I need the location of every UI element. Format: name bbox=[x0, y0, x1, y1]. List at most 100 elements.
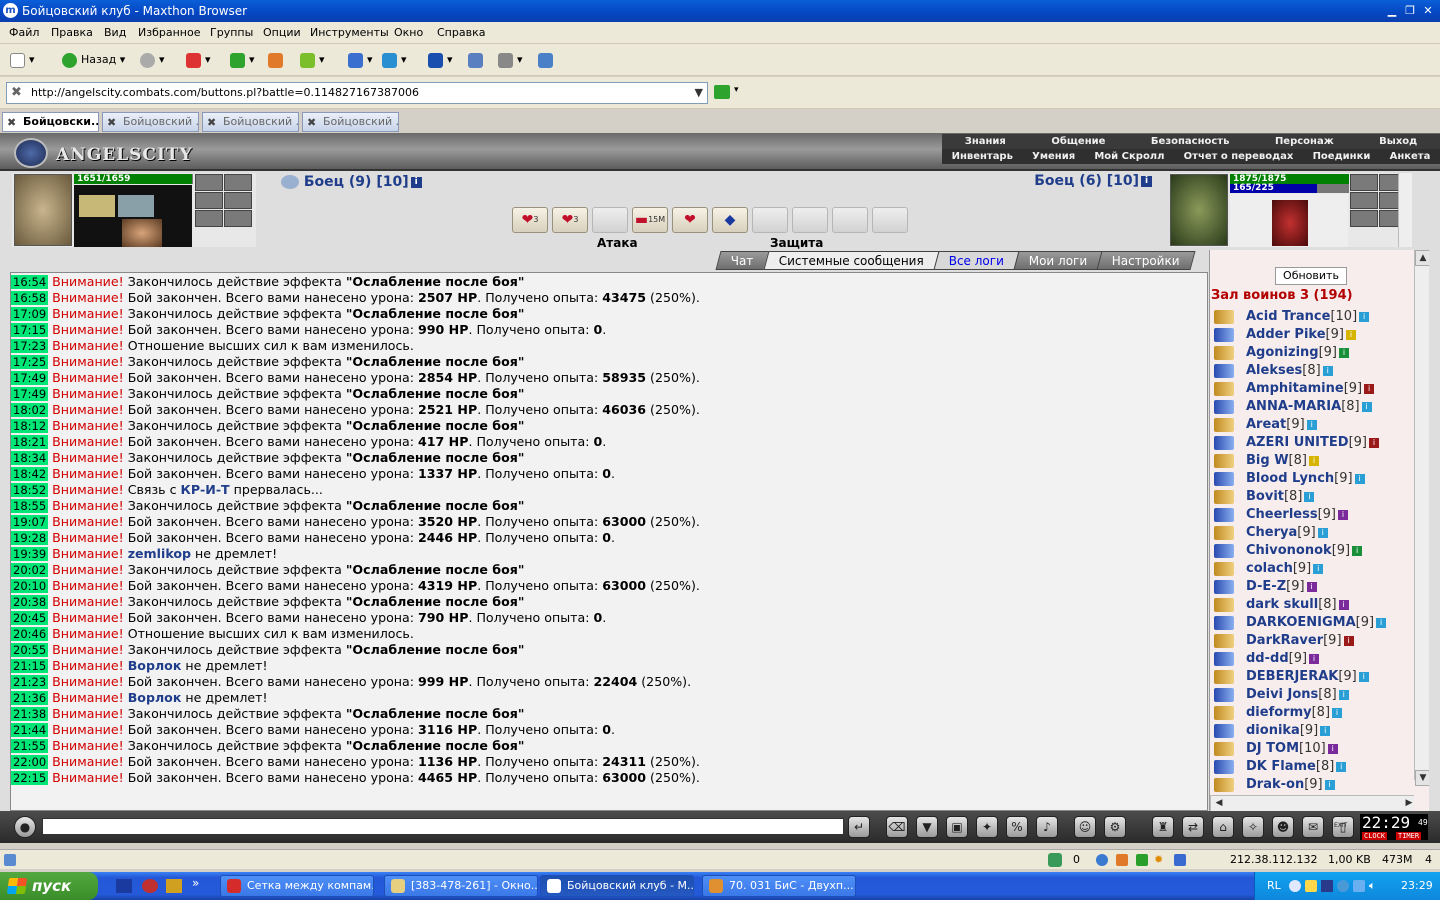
left-fighter-name[interactable]: Боец (9) [10] i bbox=[281, 174, 422, 190]
info-icon[interactable]: i bbox=[1343, 635, 1354, 646]
player-name[interactable]: DARKOENIGMA bbox=[1246, 615, 1356, 630]
info-icon[interactable]: i bbox=[1368, 437, 1379, 448]
taskbar-button[interactable]: Сетка между компам... bbox=[220, 875, 374, 897]
info-icon[interactable]: i bbox=[1332, 707, 1343, 718]
go-dropdown-icon[interactable]: ▾ bbox=[734, 85, 739, 95]
player-name[interactable]: Deivi Jons bbox=[1246, 687, 1318, 702]
gold-arrow-icon[interactable] bbox=[1214, 418, 1234, 432]
info-icon[interactable]: i bbox=[1306, 419, 1317, 430]
menu-character[interactable]: Персонаж bbox=[1275, 134, 1334, 149]
info-icon[interactable]: i bbox=[1364, 383, 1375, 394]
blue-arrow-icon[interactable] bbox=[1214, 580, 1234, 594]
info-icon[interactable]: i bbox=[1141, 175, 1152, 187]
save-icon[interactable]: ▣ bbox=[946, 816, 968, 838]
scroll-slot[interactable] bbox=[792, 207, 828, 233]
equip-slot[interactable] bbox=[1350, 174, 1378, 191]
menu-groups[interactable]: Группы bbox=[210, 26, 253, 39]
menu-exit[interactable]: Выход bbox=[1379, 134, 1417, 149]
gold-arrow-icon[interactable] bbox=[1214, 490, 1234, 504]
info-icon[interactable]: i bbox=[1338, 599, 1349, 610]
browser-tab[interactable]: ✖ Бойцовский ... bbox=[202, 112, 299, 132]
menu-window[interactable]: Окно bbox=[394, 26, 423, 39]
bag-icon[interactable]: ♜ bbox=[1152, 816, 1174, 838]
player-name[interactable]: Amphitamine bbox=[1246, 381, 1344, 396]
tools-button[interactable]: ▾ bbox=[382, 50, 407, 70]
menu-skills[interactable]: Умения bbox=[1032, 149, 1075, 164]
fighter-icon[interactable]: ✦ bbox=[976, 816, 998, 838]
tray-icon[interactable] bbox=[1353, 880, 1365, 892]
scroll-right-icon[interactable]: ▶ bbox=[1401, 796, 1417, 812]
menu-inventory[interactable]: Инвентарь bbox=[952, 149, 1013, 164]
player-name[interactable]: DJ TOM bbox=[1246, 741, 1299, 756]
player-name[interactable]: Agonizing bbox=[1246, 345, 1319, 360]
quicklaunch-icon[interactable] bbox=[142, 879, 158, 893]
undo-button[interactable]: ▾ bbox=[428, 50, 453, 70]
sidebar-hscrollbar[interactable]: ◀ ▶ bbox=[1210, 795, 1414, 811]
menu-fights[interactable]: Поединки bbox=[1313, 149, 1371, 164]
taskbar-button[interactable]: [383-478-261] - Окно... bbox=[384, 875, 538, 897]
scroll-slot[interactable]: ◆ bbox=[712, 207, 748, 233]
tray-clock[interactable]: 23:29 bbox=[1401, 872, 1433, 900]
player-name[interactable]: Alekses bbox=[1246, 363, 1302, 378]
volume-icon[interactable]: 🔈︎ bbox=[1369, 872, 1376, 900]
gold-arrow-icon[interactable] bbox=[1214, 526, 1234, 540]
player-name[interactable]: Blood Lynch bbox=[1246, 471, 1334, 486]
blue-arrow-icon[interactable] bbox=[1214, 724, 1234, 738]
gold-arrow-icon[interactable] bbox=[1214, 634, 1234, 648]
blue-arrow-icon[interactable] bbox=[1214, 760, 1234, 774]
right-fighter-name[interactable]: Боец (6) [10] i bbox=[1034, 173, 1152, 189]
browser-tab[interactable]: ✖ Бойцовский ... bbox=[102, 112, 199, 132]
info-icon[interactable]: i bbox=[1306, 581, 1317, 592]
scroll-slot[interactable]: ❤3 bbox=[512, 207, 548, 233]
mail-icon[interactable]: ✉ bbox=[1302, 816, 1324, 838]
equip-slot[interactable] bbox=[1350, 192, 1378, 209]
player-name[interactable]: ANNA-MARIA bbox=[1246, 399, 1341, 414]
url-input[interactable]: ✖ http://angelscity.combats.com/buttons.… bbox=[6, 82, 708, 104]
info-icon[interactable]: i bbox=[1352, 545, 1363, 556]
gold-arrow-icon[interactable] bbox=[1214, 598, 1234, 612]
chat-tab[interactable]: Настройки bbox=[1096, 251, 1196, 270]
refresh-button[interactable]: ▾ bbox=[230, 50, 255, 70]
info-icon[interactable]: i bbox=[1320, 725, 1331, 736]
chat-tab[interactable]: Системные сообщения bbox=[763, 251, 940, 270]
blue-arrow-icon[interactable] bbox=[1214, 508, 1234, 522]
smiley-icon[interactable]: ☺ bbox=[1074, 816, 1096, 838]
go-icon[interactable] bbox=[714, 85, 730, 99]
gold-arrow-icon[interactable] bbox=[1214, 562, 1234, 576]
info-icon[interactable]: i bbox=[1308, 455, 1319, 466]
chat-tab[interactable]: Все логи bbox=[932, 251, 1020, 270]
player-name[interactable]: dark skull bbox=[1246, 597, 1318, 612]
equip-slot[interactable] bbox=[224, 174, 252, 191]
exit-icon[interactable]: EXIT ▯ bbox=[1332, 816, 1354, 838]
gold-arrow-icon[interactable] bbox=[1214, 346, 1234, 360]
menu-edit[interactable]: Правка bbox=[51, 26, 93, 39]
url-dropdown-icon[interactable]: ▼ bbox=[695, 83, 703, 103]
home-icon[interactable] bbox=[268, 50, 287, 70]
popup-blocker-icon[interactable] bbox=[1048, 853, 1062, 867]
info-icon[interactable]: i bbox=[1317, 527, 1328, 538]
chat-tab[interactable]: Мои логи bbox=[1013, 251, 1103, 270]
menu-communication[interactable]: Общение bbox=[1051, 134, 1105, 149]
blue-arrow-icon[interactable] bbox=[1214, 652, 1234, 666]
menu-file[interactable]: Файл bbox=[9, 26, 39, 39]
player-name[interactable]: Adder Pike bbox=[1246, 327, 1326, 342]
menu-help[interactable]: Справка bbox=[437, 26, 485, 39]
tray-icon[interactable] bbox=[1321, 880, 1333, 892]
sidebar-toggle-icon[interactable] bbox=[468, 50, 487, 70]
player-name[interactable]: dionika bbox=[1246, 723, 1300, 738]
equip-slot[interactable] bbox=[195, 210, 223, 227]
chat-input[interactable] bbox=[42, 818, 844, 835]
info-icon[interactable]: i bbox=[410, 176, 422, 188]
player-link[interactable]: Ворлок bbox=[128, 690, 182, 705]
stop-button[interactable]: ▾ bbox=[186, 50, 211, 70]
refresh-button[interactable]: Обновить bbox=[1275, 267, 1347, 285]
player-name[interactable]: D-E-Z bbox=[1246, 579, 1286, 594]
info-icon[interactable]: i bbox=[1313, 563, 1324, 574]
gold-arrow-icon[interactable] bbox=[1214, 382, 1234, 396]
blue-arrow-icon[interactable] bbox=[1214, 364, 1234, 378]
tray-icon[interactable] bbox=[1337, 880, 1349, 892]
friends-icon[interactable]: ☻ bbox=[1272, 816, 1294, 838]
info-icon[interactable]: i bbox=[1359, 311, 1370, 322]
more-icon[interactable]: » bbox=[192, 876, 199, 890]
blue-arrow-icon[interactable] bbox=[1214, 472, 1234, 486]
